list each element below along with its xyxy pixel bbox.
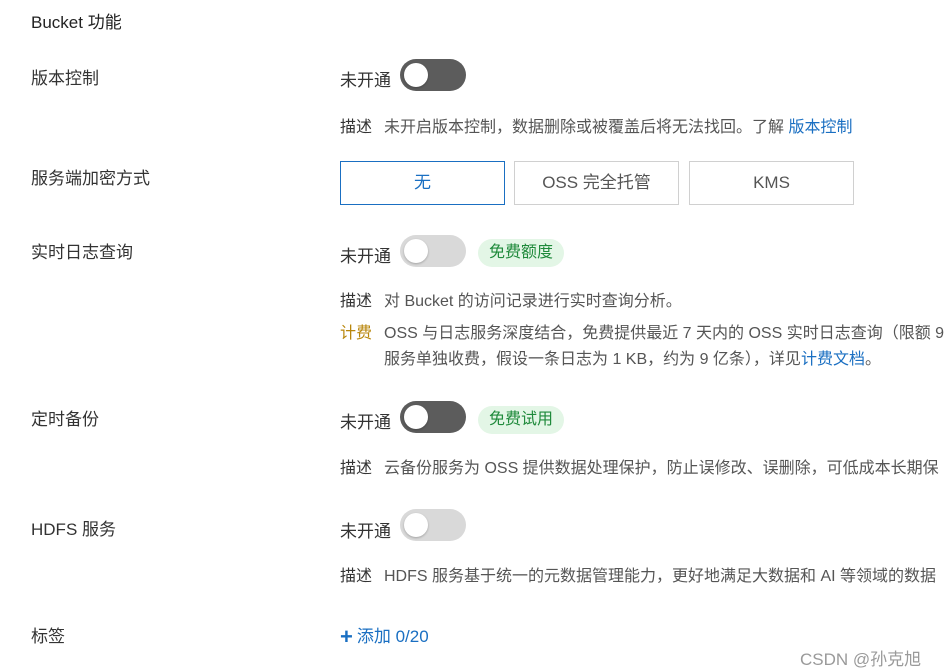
backup-desc: 云备份服务为 OSS 提供数据处理保护，防止误修改、误删除，可低成本长期保 (384, 460, 939, 477)
versioning-desc-text: 未开启版本控制，数据删除或被覆盖后将无法找回。了解 (384, 119, 785, 136)
watermark: CSDN @孙克旭 (800, 650, 922, 669)
free-quota-badge: 免费额度 (478, 239, 565, 267)
versioning-desc-key: 描述 (340, 119, 373, 136)
free-trial-badge: 免费试用 (478, 406, 565, 434)
toggle-knob (404, 513, 428, 537)
realtime-log-fee-key: 计费 (340, 325, 373, 342)
fee-line2-end: 。 (864, 351, 881, 368)
versioning-desc: 未开启版本控制，数据删除或被覆盖后将无法找回。了解 版本控制 (384, 113, 852, 137)
fee-line2-text: 服务单独收费，假设一条日志为 1 KB，约为 9 亿条），详见 (384, 351, 801, 368)
versioning-label: 版本控制 (31, 69, 99, 88)
encryption-option-kms[interactable]: KMS (689, 161, 854, 205)
realtime-log-fee-line1: OSS 与日志服务深度结合，免费提供最近 7 天内的 OSS 实时日志查询（限额… (384, 325, 945, 342)
hdfs-toggle[interactable] (400, 509, 466, 541)
realtime-log-label: 实时日志查询 (31, 243, 133, 262)
section-title: Bucket 功能 (31, 13, 122, 32)
backup-status: 未开通 (340, 413, 391, 432)
realtime-log-status: 未开通 (340, 247, 391, 266)
add-tag-button[interactable]: + 添加 0/20 (340, 622, 429, 650)
versioning-toggle[interactable] (400, 59, 466, 91)
encryption-option-none[interactable]: 无 (340, 161, 505, 205)
add-tag-label: 添加 0/20 (356, 627, 429, 646)
realtime-log-toggle[interactable] (400, 235, 466, 267)
realtime-log-desc-key: 描述 (340, 293, 373, 310)
backup-toggle[interactable] (400, 401, 466, 433)
realtime-log-desc: 对 Bucket 的访问记录进行实时查询分析。 (384, 293, 682, 310)
toggle-knob (404, 405, 428, 429)
hdfs-desc: HDFS 服务基于统一的元数据管理能力，更好地满足大数据和 AI 等领域的数据 (384, 568, 937, 585)
toggle-knob (404, 63, 428, 87)
hdfs-desc-key: 描述 (340, 568, 373, 585)
encryption-option-oss[interactable]: OSS 完全托管 (514, 161, 679, 205)
hdfs-status: 未开通 (340, 522, 391, 541)
backup-desc-key: 描述 (340, 460, 373, 477)
toggle-knob (404, 239, 428, 263)
hdfs-label: HDFS 服务 (31, 520, 116, 539)
encryption-label: 服务端加密方式 (31, 169, 150, 188)
backup-label: 定时备份 (31, 410, 99, 429)
billing-doc-link[interactable]: 计费文档 (801, 351, 865, 368)
versioning-learn-link[interactable]: 版本控制 (788, 119, 852, 136)
tags-label: 标签 (31, 627, 65, 646)
versioning-status: 未开通 (340, 71, 391, 90)
realtime-log-fee-line2: 服务单独收费，假设一条日志为 1 KB，约为 9 亿条），详见计费文档。 (384, 345, 881, 369)
plus-icon: + (340, 624, 353, 649)
